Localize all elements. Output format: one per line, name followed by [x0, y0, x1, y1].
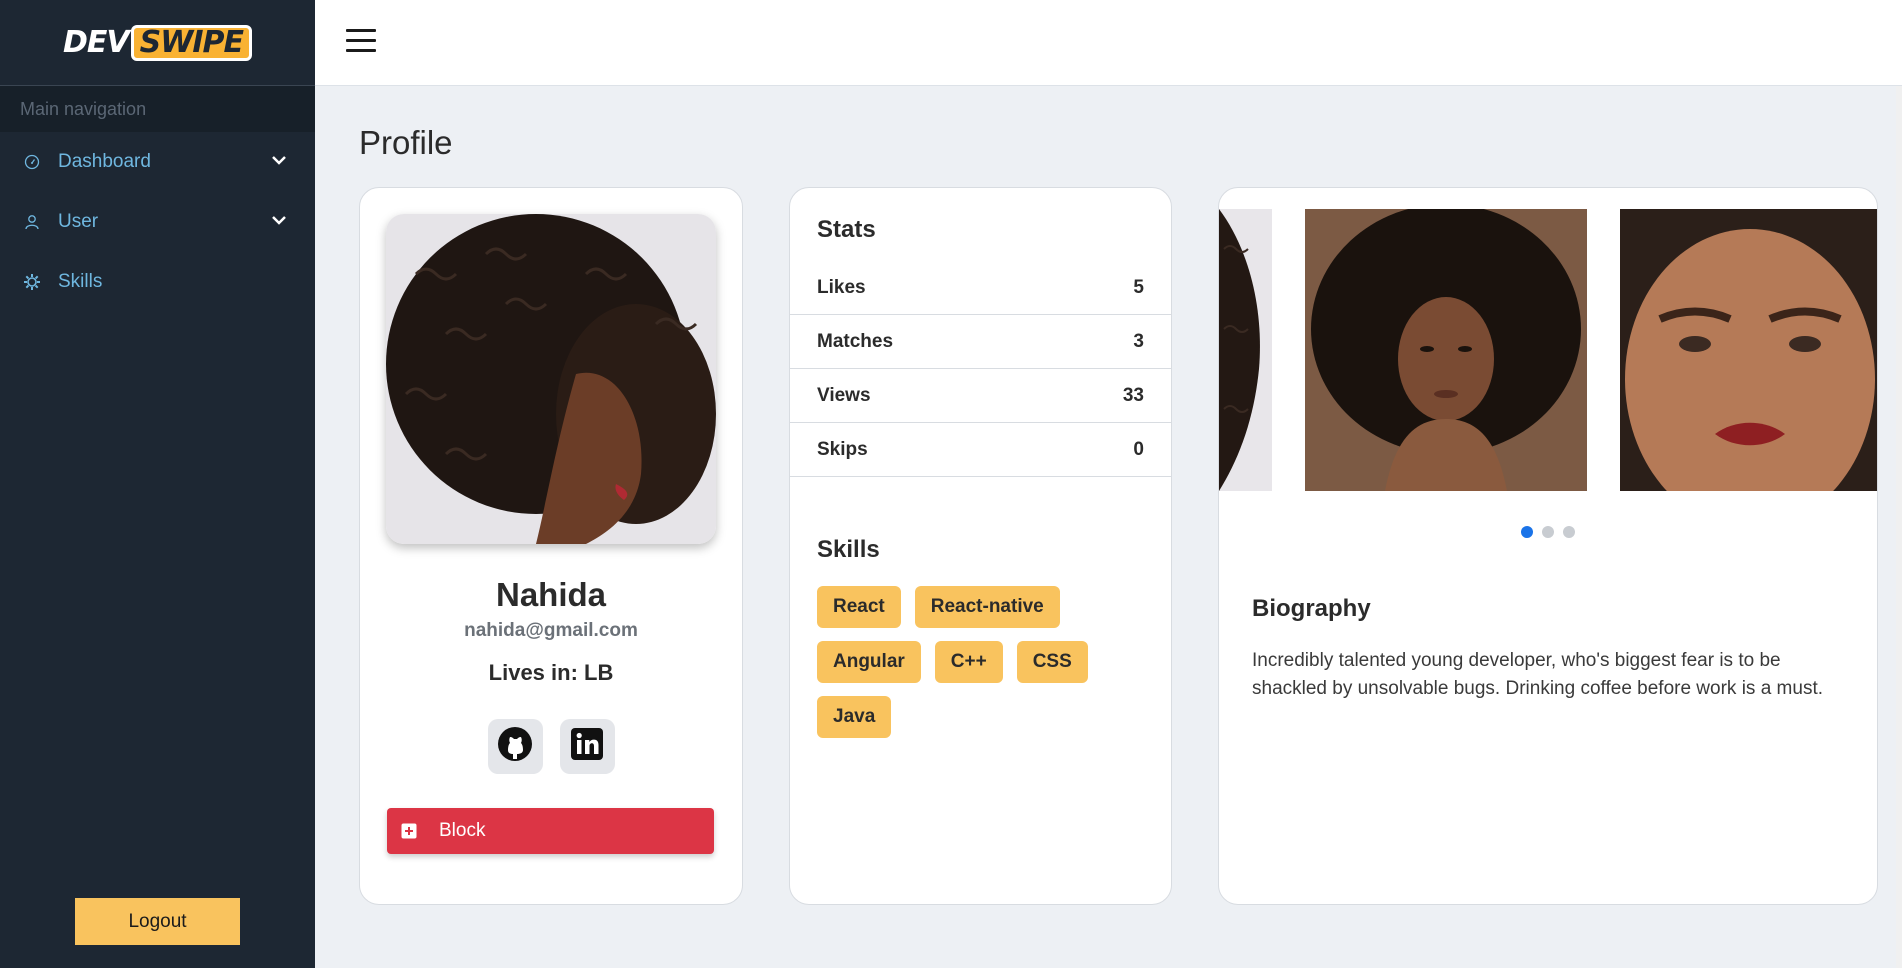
logo[interactable]: DEV SWIPE [0, 0, 315, 86]
sidebar-item-user[interactable]: User [0, 192, 315, 252]
skill-badge: Angular [817, 641, 921, 683]
hamburger-menu-icon[interactable] [346, 29, 376, 53]
profile-location: Lives in: LB [488, 660, 614, 685]
sidebar-item-label: Skills [58, 271, 103, 292]
stat-value: 0 [1133, 438, 1144, 460]
stats-row-views: Views 33 [790, 369, 1171, 423]
profile-email: nahida@gmail.com [464, 620, 638, 641]
logo-text: DEV SWIPE [63, 24, 252, 61]
sidebar-item-skills[interactable]: Skills [0, 252, 315, 312]
page-title: Profile [359, 124, 453, 161]
sidebar-item-label: Dashboard [58, 151, 151, 172]
stats-row-matches: Matches 3 [790, 315, 1171, 369]
avatar [386, 214, 716, 544]
sidebar: DEV SWIPE Main navigation Dashboard User… [0, 0, 315, 968]
skill-badge: C++ [934, 641, 1003, 683]
logo-dev: DEV [63, 25, 130, 60]
gear-icon [22, 272, 42, 292]
social-links [360, 719, 742, 774]
github-icon [497, 726, 533, 767]
chevron-down-icon [271, 212, 287, 234]
stat-label: Likes [817, 276, 866, 298]
stat-label: Skips [817, 438, 868, 460]
stats-card: Stats Likes 5 Matches 3 Views 33 Skips 0… [789, 187, 1172, 905]
skill-badge: Java [817, 696, 892, 738]
skill-badge: React [817, 586, 901, 628]
stat-label: Matches [817, 330, 894, 352]
logo-swipe: SWIPE [130, 24, 252, 61]
stat-value: 33 [1122, 384, 1144, 406]
stat-value: 3 [1133, 330, 1144, 352]
carousel-dot[interactable] [1521, 526, 1533, 538]
block-button[interactable]: Block [387, 808, 714, 854]
carousel-dot[interactable] [1542, 526, 1554, 538]
stat-value: 5 [1133, 276, 1144, 298]
main-content: Profile Nahida nahida@gmail.com Lives in… [315, 86, 1902, 968]
logout-button[interactable]: Logout [75, 898, 240, 945]
chevron-down-icon [271, 152, 287, 174]
carousel-photo[interactable] [1305, 209, 1587, 491]
sidebar-item-dashboard[interactable]: Dashboard [0, 132, 315, 192]
biography-title: Biography [1252, 595, 1371, 622]
block-label: Block [439, 820, 486, 841]
stats-list: Likes 5 Matches 3 Views 33 Skips 0 [790, 261, 1171, 477]
biography-card: Biography Incredibly talented young deve… [1218, 187, 1878, 905]
plus-square-icon [401, 823, 417, 839]
skill-badge: React-native [914, 586, 1060, 628]
sidebar-item-label: User [58, 211, 99, 232]
carousel-photo[interactable] [1219, 209, 1272, 491]
profile-card: Nahida nahida@gmail.com Lives in: LB Blo… [359, 187, 743, 905]
skills-list: React React-native Angular C++ CSS Java [817, 586, 1147, 738]
carousel-photo[interactable] [1620, 209, 1877, 491]
biography-text: Incredibly talented young developer, who… [1252, 650, 1824, 699]
user-icon [22, 212, 42, 232]
carousel-dot[interactable] [1563, 526, 1575, 538]
github-button[interactable] [487, 719, 543, 774]
stats-title: Stats [817, 216, 876, 243]
stats-row-likes: Likes 5 [790, 261, 1171, 315]
stat-label: Views [817, 384, 871, 406]
speedometer-icon [22, 152, 42, 172]
profile-name: Nahida [495, 576, 607, 613]
linkedin-icon [570, 727, 604, 766]
skill-badge: CSS [1016, 641, 1088, 683]
nav-header: Main navigation [0, 86, 315, 132]
carousel-dots [1219, 526, 1877, 538]
linkedin-button[interactable] [559, 719, 615, 774]
stats-row-skips: Skips 0 [790, 423, 1171, 477]
skills-title: Skills [817, 536, 880, 563]
topbar [315, 0, 1902, 86]
page-scrollbar[interactable] [1896, 86, 1902, 968]
